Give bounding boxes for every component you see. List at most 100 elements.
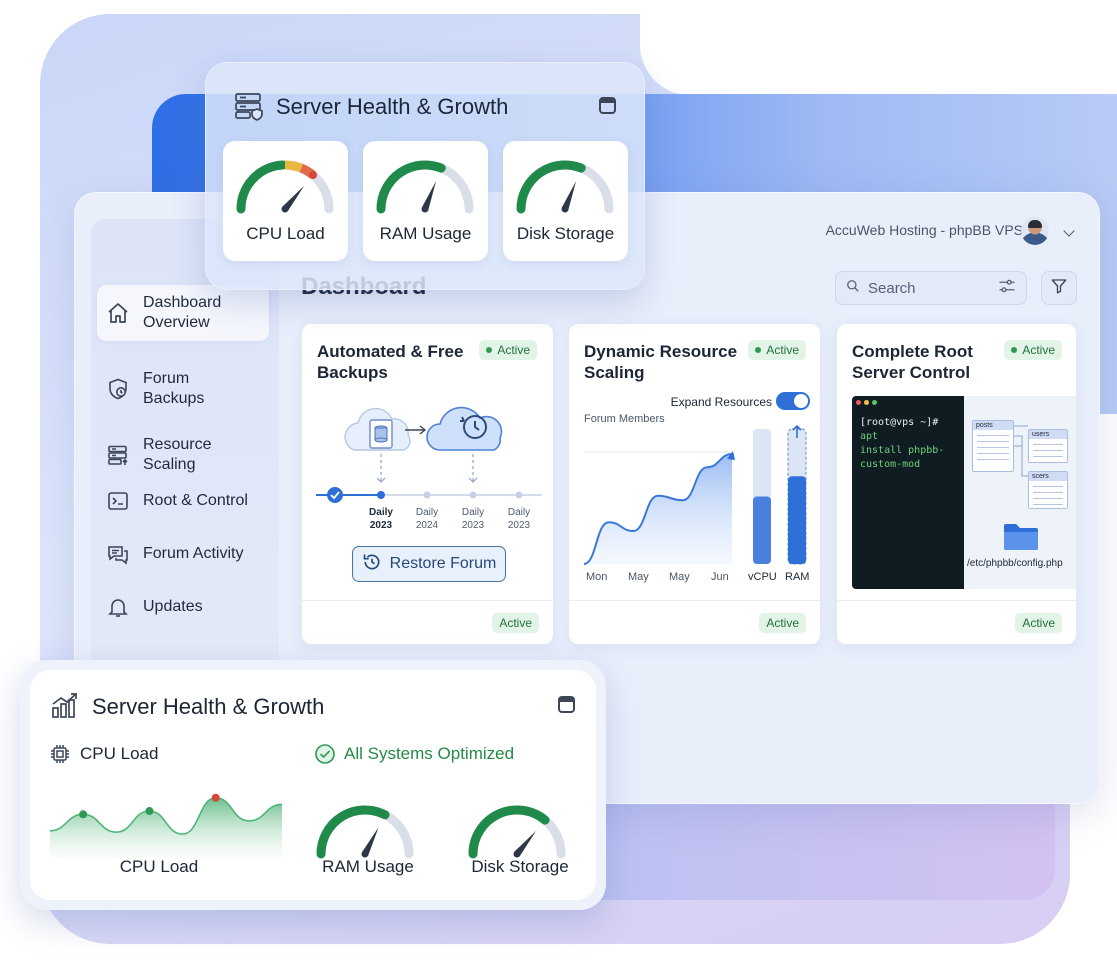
gauge-hub [421, 205, 429, 213]
search-placeholder: Search [868, 279, 916, 297]
shield-clock-icon [105, 376, 131, 402]
timeline-label: Daily 2024 [415, 507, 439, 531]
gauge-fill [316, 805, 390, 859]
sidebar-item-forum-backups[interactable]: Forum Backups [97, 361, 269, 417]
footer-status-badge: Active [1015, 613, 1062, 633]
timeline-label: Daily 2023 [369, 507, 393, 531]
optimized-status: All Systems Optimized [344, 744, 515, 763]
filter-button[interactable] [1041, 271, 1077, 305]
host-name: AccuWeb Hosting - phpBB VPS [825, 222, 1023, 238]
cpu-load-chart [50, 793, 282, 858]
config-path: /etc/phpbb/config.php [967, 558, 1063, 569]
gauge-dial [376, 160, 474, 214]
search-input[interactable]: Search [835, 271, 1027, 305]
card-title: Dynamic Resource Scaling [584, 342, 738, 382]
gauge-disk-storage: Disk Storage [503, 141, 628, 261]
card-root-control: Complete Root Server Control Active [roo… [836, 323, 1077, 645]
status-badge: Active [748, 340, 806, 360]
gauge-ram-usage: RAM Usage [363, 141, 488, 261]
sidebar-item-forum-activity[interactable]: Forum Activity [97, 533, 269, 575]
gauge-label: CPU Load [246, 224, 325, 243]
gauge-marker [309, 171, 318, 180]
gauge-dial [236, 160, 334, 214]
footer-status-badge: Active [759, 613, 806, 633]
gauge-label: Disk Storage [516, 224, 615, 243]
chevron-down-icon[interactable] [1063, 225, 1075, 237]
card-resource-scaling: Dynamic Resource Scaling Active Expand R… [568, 323, 821, 645]
gauge-fill-warn [284, 160, 303, 173]
chat-bubbles-icon [105, 541, 131, 567]
search-icon [846, 279, 860, 297]
ram-usage-label: RAM Usage [322, 857, 414, 876]
window-controls [856, 400, 877, 405]
cpu-chip-icon [50, 744, 70, 769]
disk-storage-label: Disk Storage [471, 857, 569, 876]
gauge-disk-storage [468, 805, 566, 859]
filter-icon [1050, 277, 1068, 300]
cpu-peak-marker [211, 793, 220, 802]
panel-body: Server Health & Growth CPU Load All Syst… [30, 670, 596, 900]
members-area [584, 454, 732, 564]
terminal-window: [root@vps ~]# apt install phpbb- custom-… [852, 396, 964, 589]
gauge-hub [281, 205, 289, 213]
gauge-fill [376, 160, 446, 214]
bell-icon [105, 594, 131, 620]
gauge-fill [516, 160, 586, 214]
db-table-scers: scers [1028, 471, 1068, 509]
maximize-icon[interactable] [599, 97, 616, 114]
bar-label-vcpu: vCPU [748, 571, 777, 583]
timeline-label: Daily 2023 [461, 507, 485, 531]
sidebar-item-root-control[interactable]: Root & Control [97, 480, 269, 522]
server-health-panel-top: Server Health & Growth CPU Load RAM Usag… [205, 62, 645, 290]
sidebar-item-label: Forum Backups [143, 370, 205, 407]
x-tick-label: May [628, 571, 649, 583]
sidebar-item-updates[interactable]: Updates [97, 586, 269, 628]
growth-chart-icon [50, 690, 80, 725]
sidebar-item-resource-scaling[interactable]: Resource Scaling [97, 427, 269, 483]
background-cutout [640, 0, 1117, 95]
sidebar-item-label: Root & Control [143, 492, 248, 509]
sidebar-item-dashboard-overview[interactable]: Dashboard Overview [97, 285, 269, 341]
terminal-command: install phpbb- [860, 445, 945, 456]
forum-members-chart [583, 424, 807, 565]
db-table-users: users [1028, 429, 1068, 463]
history-icon [362, 552, 382, 577]
restore-forum-button[interactable]: Restore Forum [352, 546, 506, 582]
bar-vcpu [753, 496, 771, 564]
sliders-icon[interactable] [998, 278, 1016, 298]
maximize-icon[interactable] [558, 696, 575, 713]
backup-illustration [316, 406, 542, 503]
card-footer: Active [569, 600, 820, 644]
sidebar-item-label: Resource Scaling [143, 436, 212, 473]
x-tick-label: Jun [711, 571, 729, 583]
status-dot [1011, 347, 1018, 353]
status-label: Active [497, 343, 530, 357]
gauge-hub [561, 205, 569, 213]
expand-resources-toggle[interactable] [776, 392, 810, 410]
cpu-area [50, 797, 282, 858]
cpu-peak-marker [145, 807, 154, 815]
status-dot [755, 347, 762, 353]
status-badge: Active [1004, 340, 1062, 360]
card-footer: Active [837, 600, 1076, 644]
card-footer: Active [302, 600, 553, 644]
terminal-command: custom-mod [860, 459, 921, 470]
cpu-peak-marker [79, 810, 88, 819]
server-shield-icon [234, 91, 264, 126]
card-title: Automated & Free Backups [317, 342, 464, 382]
terminal-prompt: [root@vps ~]# [860, 417, 939, 428]
sidebar-item-label: Dashboard Overview [143, 294, 222, 331]
avatar[interactable] [1021, 217, 1049, 245]
gauge-label: RAM Usage [379, 224, 472, 243]
gauge-cpu-load: CPU Load [223, 141, 348, 261]
gauge-ram-usage [316, 805, 414, 859]
status-dot [486, 347, 493, 353]
status-badge: Active [479, 340, 537, 360]
check-circle-icon [314, 743, 336, 770]
cpu-load-label: CPU Load [119, 857, 199, 876]
bar-ram [788, 476, 806, 564]
folder-icon [1002, 520, 1040, 557]
panel-title: Server Health & Growth [276, 94, 509, 119]
expand-resources-label: Expand Resources [670, 395, 772, 409]
panel-title: Server Health & Growth [92, 694, 325, 719]
